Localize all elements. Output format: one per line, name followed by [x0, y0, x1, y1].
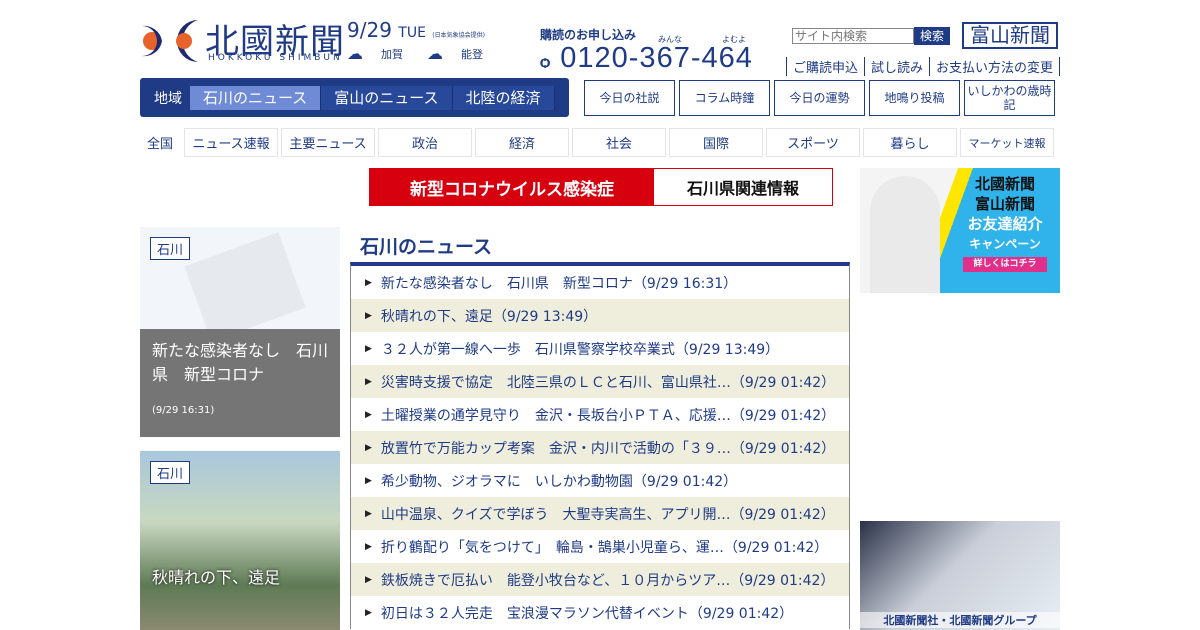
- phone-number: ѻ 0120-367-464: [540, 42, 753, 74]
- chevron-right-icon: ▶: [365, 508, 372, 519]
- news-item-title[interactable]: 秋晴れの下、遠足（9/29 13:49）: [381, 306, 597, 326]
- chevron-right-icon: ▶: [365, 343, 372, 354]
- column-button[interactable]: コラム時鐘: [679, 80, 770, 116]
- news-item[interactable]: ▶ ３２人が第一線へ一歩 石川県警察学校卒業式（9/29 13:49）: [351, 332, 849, 365]
- tab-toyama-news[interactable]: 富山のニュース: [321, 85, 453, 110]
- news-item[interactable]: ▶ 新たな感染者なし 石川県 新型コロナ（9/29 16:31）: [351, 266, 849, 299]
- toyama-shimbun-link[interactable]: 富山新聞: [962, 22, 1058, 49]
- covid-banner[interactable]: 新型コロナウイルス感染症 石川県関連情報: [369, 168, 833, 206]
- national-nav: 全国 ニュース速報 主要ニュース 政治 経済 社会 国際 スポーツ 暮らし マー…: [140, 128, 1057, 157]
- news-item[interactable]: ▶ 折り鶴配り「気をつけて」 輪島・鵠巣小児童ら、運…（9/29 01:42）: [351, 530, 849, 563]
- ad-line: 富山新聞: [974, 195, 1035, 213]
- nav-economy[interactable]: 経済: [475, 128, 569, 157]
- ad-line: キャンペーン: [969, 237, 1041, 251]
- region-label: 地域: [154, 90, 182, 107]
- news-item-title[interactable]: 放置竹で万能カップ考案 金沢・内川で活動の「３９…（9/29 01:42）: [381, 438, 835, 458]
- covid-banner-subtitle: 石川県関連情報: [686, 179, 799, 198]
- news-item-title[interactable]: 鉄板焼きで厄払い 能登小牧台など、１０月からツア…（9/29 01:42）: [381, 570, 835, 590]
- nav-sports[interactable]: スポーツ: [766, 128, 860, 157]
- tab-hokuriku-economy[interactable]: 北陸の経済: [452, 85, 555, 110]
- news-item[interactable]: ▶ 土曜授業の通学見守り 金沢・長坂台小ＰＴＡ、応援…（9/29 01:42）: [351, 398, 849, 431]
- link-subscribe[interactable]: ご購読申込: [786, 57, 864, 76]
- nav-international[interactable]: 国際: [669, 128, 763, 157]
- covid-banner-title: 新型コロナウイルス感染症: [370, 169, 654, 205]
- friend-campaign-ad[interactable]: 北國新聞 富山新聞 お友達紹介 キャンペーン 詳しくはコチラ: [860, 168, 1060, 293]
- search-button[interactable]: 検索: [914, 27, 950, 45]
- ad-person-image: [870, 176, 940, 293]
- card-time: (9/29 16:31): [152, 405, 215, 416]
- chevron-right-icon: ▶: [365, 607, 372, 618]
- news-item[interactable]: ▶ 山中温泉、クイズで学ぼう 大聖寺実高生、アプリ開…（9/29 01:42）: [351, 497, 849, 530]
- weather-source[interactable]: (日本気象協会提供): [432, 32, 485, 39]
- news-item[interactable]: ▶ 希少動物、ジオラマに いしかわ動物園（9/29 01:42）: [351, 464, 849, 497]
- region-tag: 石川: [150, 237, 191, 260]
- chevron-right-icon: ▶: [365, 310, 372, 321]
- link-trial[interactable]: 試し読み: [864, 57, 929, 76]
- news-card[interactable]: 石川 秋晴れの下、遠足: [140, 451, 340, 630]
- newspaper-image: [184, 232, 306, 342]
- reader-post-button[interactable]: 地鳴り投稿: [869, 80, 960, 116]
- card-title: 秋晴れの下、遠足: [152, 568, 281, 587]
- news-item[interactable]: ▶ 初日は３２人完走 宝浪漫マラソン代替イベント（9/29 01:42）: [351, 596, 849, 629]
- ad-line: 北國新聞: [974, 175, 1035, 193]
- chevron-right-icon: ▶: [365, 442, 372, 453]
- tab-ishikawa-news[interactable]: 石川のニュース: [190, 85, 322, 110]
- chevron-right-icon: ▶: [365, 409, 372, 420]
- subscribe-label: 購読のお申し込み: [540, 28, 637, 42]
- news-item[interactable]: ▶ 鉄板焼きで厄払い 能登小牧台など、１０月からツア…（9/29 01:42）: [351, 563, 849, 596]
- editorial-button[interactable]: 今日の社説: [584, 80, 675, 116]
- group-ad[interactable]: 北國新聞社・北國新聞グループ: [860, 521, 1060, 630]
- seasonal-button[interactable]: いしかわの歳時記: [964, 80, 1055, 116]
- news-list: ▶ 新たな感染者なし 石川県 新型コロナ（9/29 16:31） ▶ 秋晴れの下、遠足…: [350, 262, 850, 629]
- national-label: 全国: [147, 137, 174, 152]
- chevron-right-icon: ▶: [365, 376, 372, 387]
- news-item-title[interactable]: 初日は３２人完走 宝浪漫マラソン代替イベント（9/29 01:42）: [381, 603, 793, 623]
- chevron-right-icon: ▶: [365, 277, 372, 288]
- news-item[interactable]: ▶ 放置竹で万能カップ考案 金沢・内川で活動の「３９…（9/29 01:42）: [351, 431, 849, 464]
- news-card[interactable]: 石川 新たな感染者なし 石川県 新型コロナ (9/29 16:31): [140, 227, 340, 437]
- news-item-title[interactable]: ３２人が第一線へ一歩 石川県警察学校卒業式（9/29 13:49）: [381, 339, 779, 359]
- cloudy-sunny-icon: ☁: [347, 44, 363, 63]
- nav-breaking[interactable]: ニュース速報: [184, 128, 278, 157]
- chevron-right-icon: ▶: [365, 574, 372, 585]
- freedial-icon: ѻ: [540, 54, 552, 71]
- news-item-title[interactable]: 希少動物、ジオラマに いしかわ動物園（9/29 01:42）: [381, 471, 737, 491]
- nav-politics[interactable]: 政治: [378, 128, 472, 157]
- region-nav: 地域 石川のニュース 富山のニュース 北陸の経済: [140, 78, 569, 117]
- news-item-title[interactable]: 山中温泉、クイズで学ぼう 大聖寺実高生、アプリ開…（9/29 01:42）: [381, 504, 835, 524]
- news-item-title[interactable]: 折り鶴配り「気をつけて」 輪島・鵠巣小児童ら、運…（9/29 01:42）: [381, 537, 828, 557]
- date-display: 9/29 TUE (日本気象協会提供): [347, 18, 485, 42]
- link-payment-change[interactable]: お支払い方法の変更: [929, 57, 1061, 76]
- nav-main[interactable]: 主要ニュース: [281, 128, 375, 157]
- horoscope-button[interactable]: 今日の運勢: [774, 80, 865, 116]
- ad-caption: 北國新聞社・北國新聞グループ: [860, 612, 1060, 628]
- weather-area: 能登: [461, 47, 483, 61]
- nav-market[interactable]: マーケット速報: [960, 128, 1054, 157]
- news-item-title[interactable]: 災害時支援で協定 北陸三県のＬＣと石川、富山県社…（9/29 01:42）: [381, 372, 835, 392]
- card-title: 新たな感染者なし 石川県 新型コロナ: [152, 341, 329, 384]
- weather-area: 加賀: [381, 47, 403, 61]
- ad-line: お友達紹介: [967, 215, 1043, 233]
- region-tag: 石川: [150, 461, 191, 484]
- section-title: 石川のニュース: [360, 236, 493, 258]
- logo-mark[interactable]: [140, 16, 200, 64]
- chevron-right-icon: ▶: [365, 541, 372, 552]
- nav-society[interactable]: 社会: [572, 128, 666, 157]
- ad-details-button[interactable]: 詳しくはコチラ: [963, 257, 1047, 272]
- cloudy-sunny-icon: ☁: [427, 44, 443, 63]
- nav-life[interactable]: 暮らし: [863, 128, 957, 157]
- weather: ☁ 加賀 ☁ 能登: [347, 44, 483, 63]
- search-input[interactable]: [792, 28, 914, 44]
- news-item-title[interactable]: 土曜授業の通学見守り 金沢・長坂台小ＰＴＡ、応援…（9/29 01:42）: [381, 405, 835, 425]
- chevron-right-icon: ▶: [365, 475, 372, 486]
- news-item[interactable]: ▶ 秋晴れの下、遠足（9/29 13:49）: [351, 299, 849, 332]
- subscription-links: ご購読申込 試し読み お支払い方法の変更: [786, 57, 1061, 76]
- news-item-title[interactable]: 新たな感染者なし 石川県 新型コロナ（9/29 16:31）: [381, 273, 737, 293]
- logo-subtitle: HOKKOKU SHIMBUN: [208, 53, 343, 63]
- news-item[interactable]: ▶ 災害時支援で協定 北陸三県のＬＣと石川、富山県社…（9/29 01:42）: [351, 365, 849, 398]
